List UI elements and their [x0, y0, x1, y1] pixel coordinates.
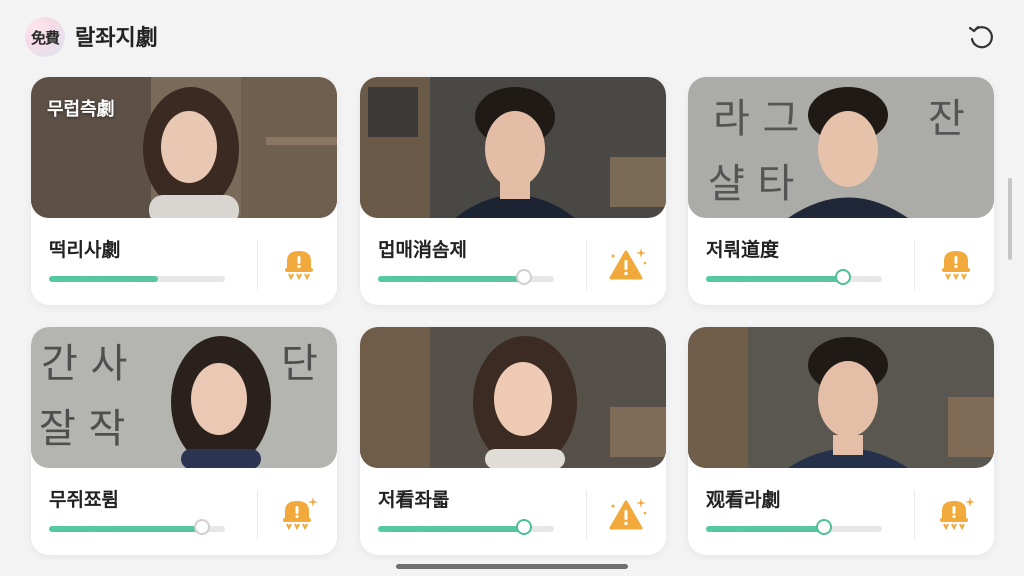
- drama-card[interactable]: 观看라劇: [688, 327, 994, 555]
- warning-sparkle-badge-icon: [940, 497, 975, 531]
- warning-sparkle-icon: [609, 248, 647, 280]
- progress-fill: [49, 276, 158, 282]
- progress-fill: [378, 276, 524, 282]
- progress-fill: [706, 276, 843, 282]
- progress-fill: [706, 526, 824, 532]
- alert-button[interactable]: [606, 243, 650, 285]
- refresh-icon: [968, 25, 993, 49]
- drama-title: 저看좌롧: [378, 489, 450, 511]
- alert-button[interactable]: [934, 243, 978, 285]
- warning-sparkle-badge-icon: [283, 497, 318, 531]
- drama-card[interactable]: 라 그 샬 타 잔 저뤄道度: [688, 77, 994, 305]
- drama-card[interactable]: 멉매消솜제: [360, 77, 666, 305]
- drama-card[interactable]: 간 사 잘 작 단 무쥐쬬륌: [31, 327, 337, 555]
- drama-thumbnail: [360, 77, 666, 218]
- divider: [257, 490, 258, 540]
- drama-card[interactable]: 무럽측劇 떡리사劇: [31, 77, 337, 305]
- drama-title: 무쥐쬬륌: [49, 489, 119, 511]
- svg-text:잘 작: 잘 작: [39, 406, 125, 452]
- progress-handle[interactable]: [818, 521, 830, 533]
- drama-thumbnail: [360, 327, 666, 468]
- progress-handle[interactable]: [837, 271, 849, 283]
- drama-thumbnail: [688, 327, 994, 468]
- progress-handle[interactable]: [518, 521, 530, 533]
- svg-text:단: 단: [281, 341, 318, 387]
- warning-badge-icon: [942, 251, 970, 281]
- drama-thumbnail: 간 사 잘 작 단: [31, 327, 337, 468]
- svg-text:샬 타: 샬 타: [708, 161, 794, 207]
- thumbnail-caption: 무럽측劇: [47, 99, 115, 120]
- app-title: 랄좌지劇: [75, 26, 158, 51]
- progress-fill: [49, 526, 202, 532]
- drama-card[interactable]: 저看좌롧: [360, 327, 666, 555]
- svg-text:잔: 잔: [928, 96, 965, 142]
- alert-button[interactable]: [934, 493, 978, 535]
- alert-button[interactable]: [277, 243, 321, 285]
- warning-badge-icon: [285, 251, 313, 281]
- svg-text:라 그: 라 그: [713, 96, 799, 142]
- progress-handle[interactable]: [518, 271, 530, 283]
- drama-title: 떡리사劇: [49, 239, 121, 261]
- scrollbar[interactable]: [1008, 178, 1012, 260]
- drama-thumbnail: 무럽측劇: [31, 77, 337, 218]
- warning-sparkle-icon: [609, 498, 647, 530]
- drama-title: 멉매消솜제: [378, 239, 467, 261]
- divider: [257, 240, 258, 290]
- progress-fill: [378, 526, 524, 532]
- progress-handle[interactable]: [196, 521, 208, 533]
- watch-progress-bar[interactable]: [49, 276, 225, 282]
- refresh-button[interactable]: [964, 20, 998, 54]
- app-logo: 免費: [25, 17, 65, 57]
- watch-progress-bar[interactable]: [49, 521, 225, 533]
- drama-title: 저뤄道度: [706, 239, 779, 261]
- drama-thumbnail: 라 그 샬 타 잔: [688, 77, 994, 218]
- svg-text:간 사: 간 사: [41, 341, 127, 387]
- divider: [586, 240, 587, 290]
- watch-progress-bar[interactable]: [378, 271, 554, 283]
- alert-button[interactable]: [277, 493, 321, 535]
- watch-progress-bar[interactable]: [378, 521, 554, 533]
- divider: [914, 490, 915, 540]
- drama-title: 观看라劇: [706, 489, 781, 511]
- app-header: 免費 랄좌지劇: [0, 0, 1024, 72]
- divider: [914, 240, 915, 290]
- watch-progress-bar[interactable]: [706, 521, 882, 533]
- divider: [586, 490, 587, 540]
- alert-button[interactable]: [606, 493, 650, 535]
- home-indicator[interactable]: [396, 564, 628, 569]
- watch-progress-bar[interactable]: [706, 271, 882, 283]
